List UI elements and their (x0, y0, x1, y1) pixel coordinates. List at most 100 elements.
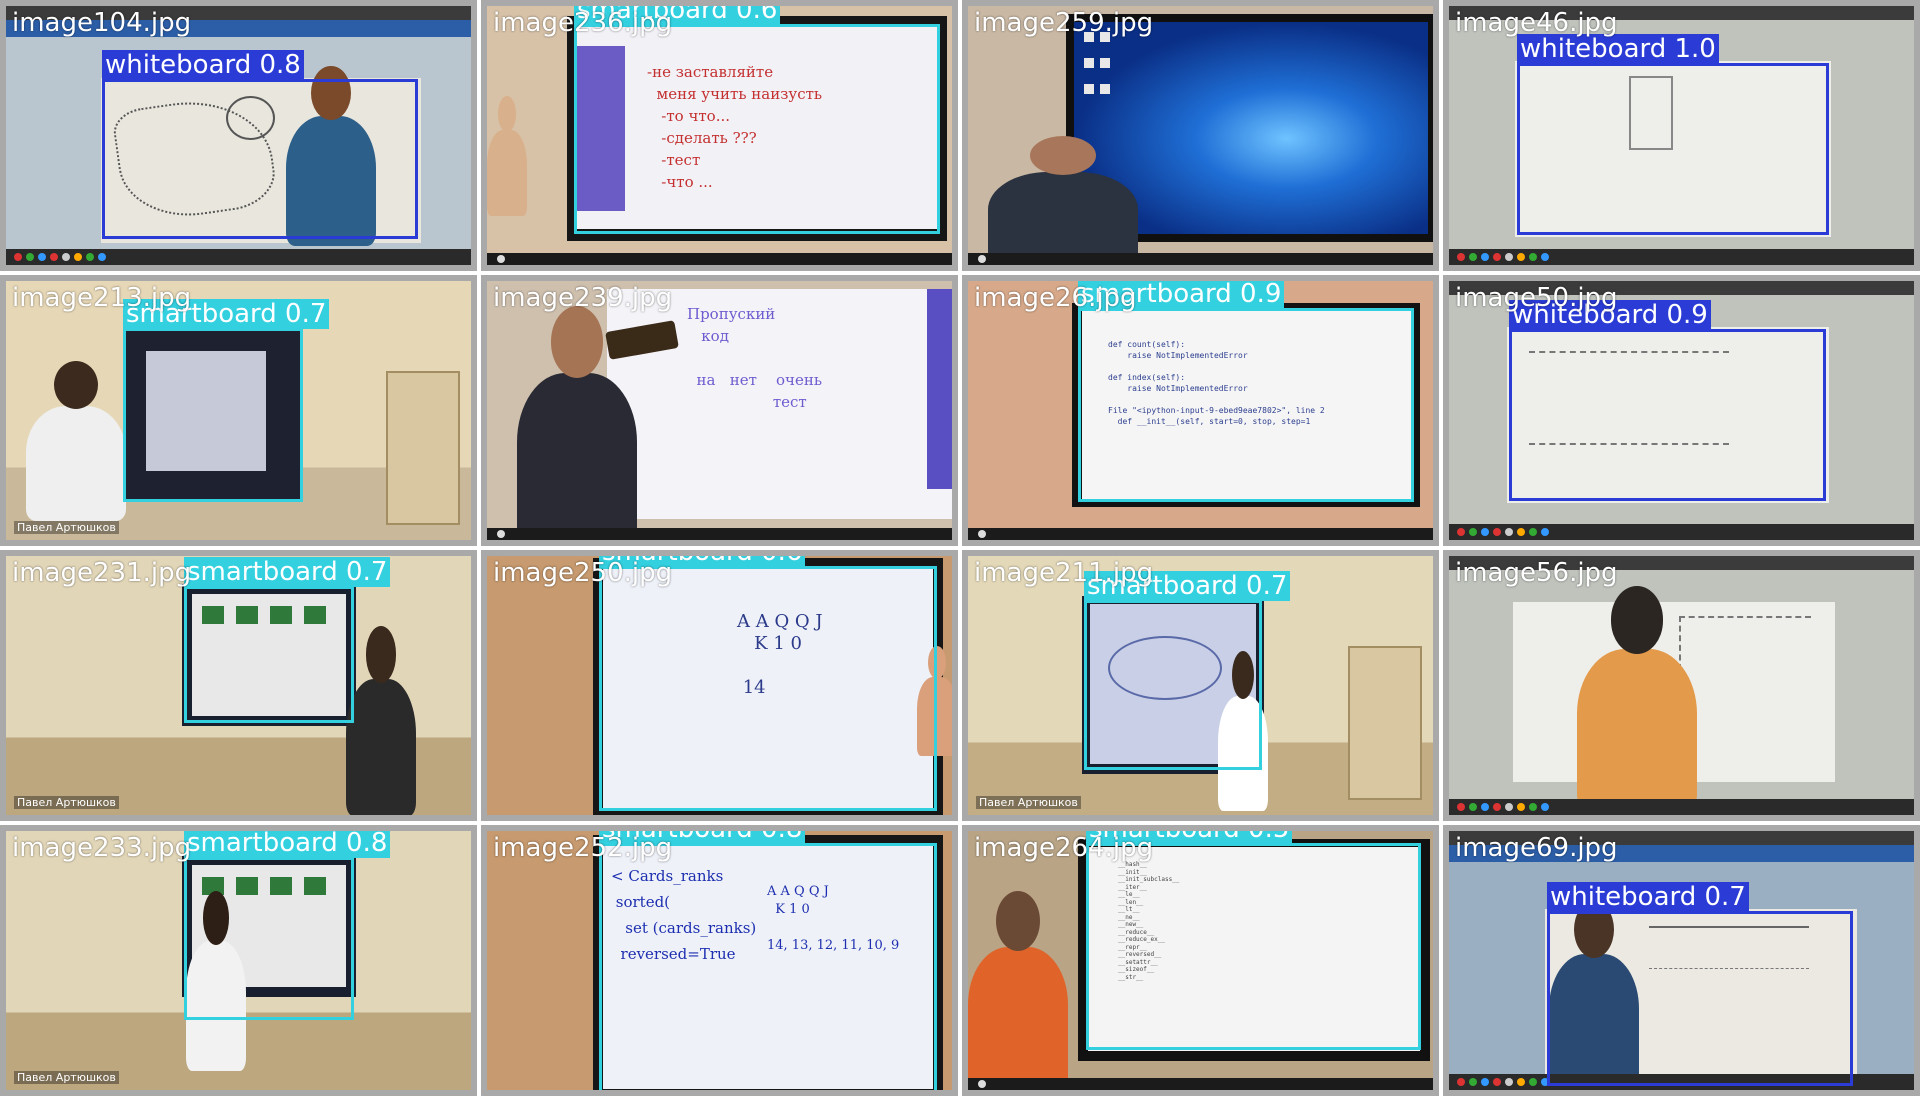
toolbar-icon (1469, 803, 1477, 811)
person-body (346, 679, 416, 815)
toolbar-icon (1505, 253, 1513, 261)
image-tile: -не заставляйте меня учить наизусть -то … (481, 0, 958, 271)
smartboard-detection-box: smartboard 0.6 (574, 6, 940, 234)
toolbar-icon (26, 253, 34, 261)
toolbar-icon (50, 253, 58, 261)
toolbar-icon (1457, 1078, 1465, 1086)
participant-name: Павел Артюшков (976, 796, 1081, 809)
person-head (1030, 136, 1096, 175)
file-name: image264.jpg (974, 833, 1154, 863)
toolbar-icon (38, 253, 46, 261)
door (1348, 646, 1422, 800)
toolbar-icon (1529, 803, 1537, 811)
board-sketch (1679, 616, 1811, 728)
person-body (517, 373, 637, 540)
smartboard-detection-box: smartboard 0.7 (123, 299, 330, 502)
toolbar-icon (1481, 253, 1489, 261)
file-name: image69.jpg (1455, 833, 1618, 863)
participant-name: Павел Артюшков (14, 521, 119, 534)
toolbar-icon (14, 253, 22, 261)
image-tile: __hash__ __init__ __init_subclass__ __it… (962, 825, 1439, 1096)
toolbar-icon (1481, 1078, 1489, 1086)
smartboard-detection-box: smartboard 0.8 (184, 831, 391, 1020)
file-name: image236.jpg (493, 8, 673, 38)
file-name: image56.jpg (1455, 558, 1618, 588)
smartboard-detection-box: smartboard 0.5 (1086, 831, 1421, 1050)
smartboard-detection-box: smartboard 0.6 (599, 556, 937, 811)
toolbar-icon (1541, 253, 1549, 261)
file-name: image213.jpg (12, 283, 192, 313)
toolbar-icon (1493, 528, 1501, 536)
person-head (550, 306, 604, 378)
door (386, 371, 460, 525)
image-tile: A A Q Q J K 1 0 14 smartboard 0.6 image250… (481, 550, 958, 821)
video-call-toolbar (1449, 799, 1914, 815)
desktop-icon (1100, 58, 1110, 68)
person-head (996, 891, 1040, 951)
person-head (498, 96, 516, 132)
detection-label: whiteboard 0.7 (1547, 882, 1749, 912)
toolbar-icon (1481, 528, 1489, 536)
toolbar-icon (98, 253, 106, 261)
smartboard-detection-box: smartboard 0.9 (1078, 281, 1414, 502)
image-tile: Пропуский код на нет очень тест image239.… (481, 275, 958, 546)
whiteboard-detection-box: whiteboard 1.0 (1517, 34, 1829, 235)
whiteboard-detection-box: whiteboard 0.7 (1547, 882, 1853, 1086)
person-head (54, 361, 98, 409)
file-name: image252.jpg (493, 833, 673, 863)
smartboard-detection-box: smartboard 0.7 (1084, 571, 1291, 770)
detection-grid: whiteboard 0.8 image104.jpg -не заставляйт… (0, 0, 1920, 1100)
image-tile: whiteboard 0.9 image50.jpg (1443, 275, 1920, 546)
video-player-bar (968, 253, 1433, 265)
play-icon (978, 255, 986, 263)
toolbar-icon (1517, 528, 1525, 536)
file-name: image104.jpg (12, 8, 192, 38)
person-body (487, 129, 527, 216)
video-player-bar (968, 1078, 1433, 1090)
smartboard-detection-box: smartboard 0.7 (184, 557, 391, 723)
whiteboard-detection-box: whiteboard 0.9 (1509, 300, 1826, 501)
toolbar-icon (1529, 528, 1537, 536)
toolbar-icon (1517, 1078, 1525, 1086)
toolbar-icon (1517, 253, 1525, 261)
toolbar-icon (1493, 1078, 1501, 1086)
toolbar-icon (86, 253, 94, 261)
detection-label: smartboard 0.8 (184, 831, 391, 858)
image-tile: image56.jpg (1443, 550, 1920, 821)
person-body (988, 172, 1138, 265)
file-name: image231.jpg (12, 558, 192, 588)
image-tile: Павел Артюшков smartboard 0.7 image211.jpg (962, 550, 1439, 821)
file-name: image259.jpg (974, 8, 1154, 38)
person-head (1610, 586, 1664, 654)
toolbar-icon (1457, 253, 1465, 261)
toolbar-icon (1469, 528, 1477, 536)
video-call-toolbar (1449, 249, 1914, 265)
toolbar-icon (1505, 528, 1513, 536)
play-icon (978, 1080, 986, 1088)
image-tile: Павел Артюшков smartboard 0.7 image213.jpg (0, 275, 477, 546)
file-name: image46.jpg (1455, 8, 1618, 38)
file-name: image233.jpg (12, 833, 192, 863)
image-tile: Павел Артюшков smartboard 0.8 image233.jpg (0, 825, 477, 1096)
desktop-icon (1100, 84, 1110, 94)
whiteboard-detection-box: whiteboard 0.8 (102, 50, 418, 239)
toolbar-icon (1469, 253, 1477, 261)
toolbar-icon (1505, 1078, 1513, 1086)
video-player-bar (487, 253, 952, 265)
toolbar-icon (62, 253, 70, 261)
toolbar-icon (1481, 803, 1489, 811)
board-handwriting: Пропуский код на нет очень тест (687, 305, 823, 411)
file-name: image239.jpg (493, 283, 673, 313)
participant-name: Павел Артюшков (14, 1071, 119, 1084)
detection-label: whiteboard 0.8 (102, 50, 304, 80)
screen-side-panel (927, 289, 952, 489)
toolbar-icon (1529, 253, 1537, 261)
toolbar-icon (1541, 528, 1549, 536)
toolbar-icon (1457, 528, 1465, 536)
toolbar-icon (74, 253, 82, 261)
image-tile: def count(self): raise NotImplementedErr… (962, 275, 1439, 546)
photo (1449, 556, 1914, 815)
toolbar-icon (1493, 803, 1501, 811)
file-name: image250.jpg (493, 558, 673, 588)
photo: Пропуский код на нет очень тест (487, 281, 952, 540)
